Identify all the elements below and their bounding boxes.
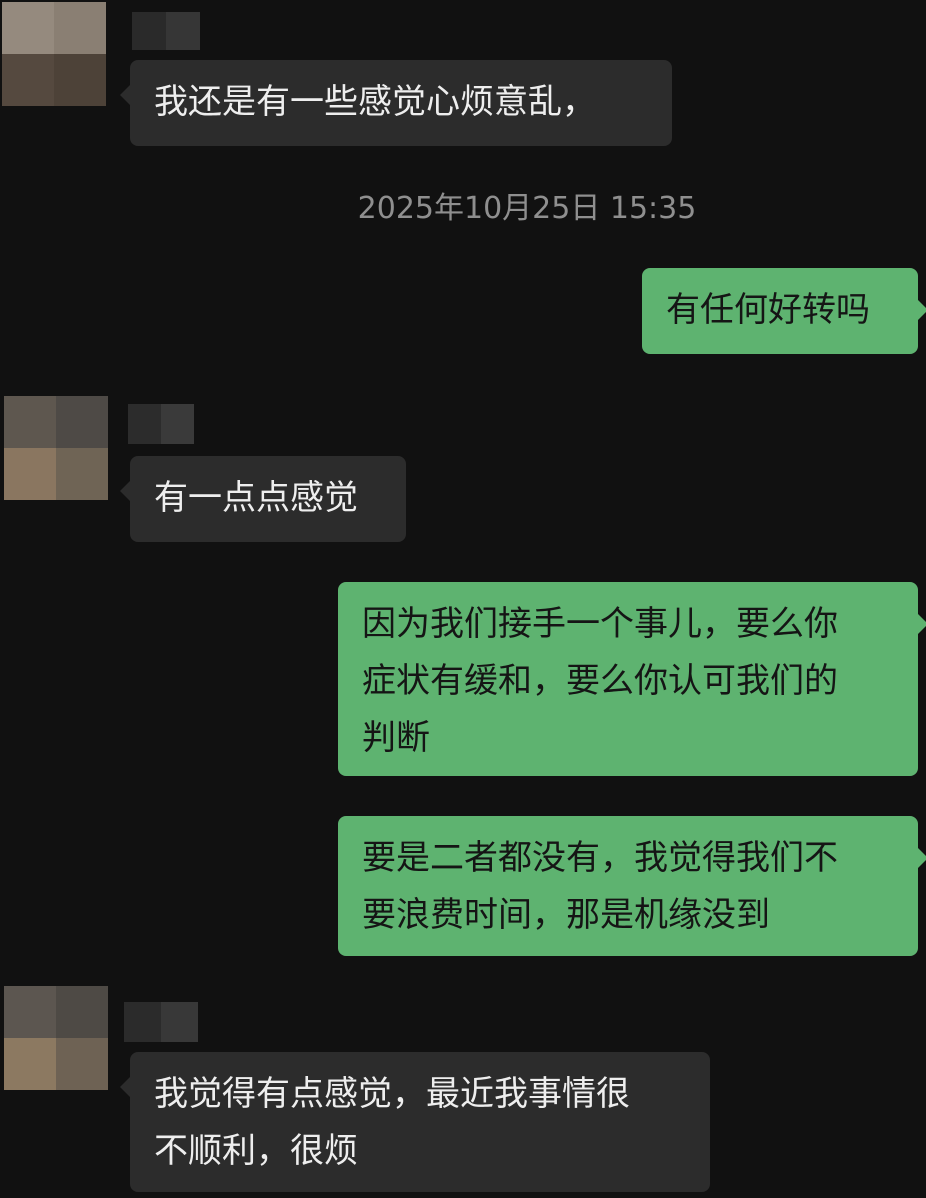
sender-name-blurred <box>128 404 194 444</box>
message-bubble-outgoing[interactable]: 有任何好转吗 <box>642 268 926 354</box>
sender-name-blurred <box>132 12 200 50</box>
message-timestamp: 2025年10月25日 15:35 <box>357 191 697 226</box>
avatar-pixel <box>4 1038 56 1090</box>
avatar-pixel <box>56 396 108 448</box>
avatar-pixel <box>54 2 106 54</box>
avatar-pixel <box>4 396 56 448</box>
avatar-pixel <box>4 986 56 1038</box>
message-bubble-incoming[interactable]: 有一点点感觉 <box>120 456 406 542</box>
avatar-pixel <box>56 448 108 500</box>
avatar-pixel <box>2 2 54 54</box>
avatar-pixel <box>2 54 54 106</box>
contact-avatar[interactable] <box>4 396 108 500</box>
avatar-pixel <box>54 54 106 106</box>
avatar-pixel <box>4 448 56 500</box>
message-bubble-incoming[interactable]: 我觉得有点感觉，最近我事情很 不顺利，很烦 <box>120 1052 710 1192</box>
avatar-pixel <box>56 986 108 1038</box>
contact-avatar[interactable] <box>4 986 108 1090</box>
avatar-pixel <box>56 1038 108 1090</box>
contact-avatar[interactable] <box>2 2 106 106</box>
sender-name-blurred <box>124 1002 198 1042</box>
message-bubble-outgoing[interactable]: 因为我们接手一个事儿，要么你 症状有缓和，要么你认可我们的 判断 <box>338 582 926 776</box>
message-bubble-outgoing[interactable]: 要是二者都没有，我觉得我们不 要浪费时间，那是机缘没到 <box>338 816 926 956</box>
message-bubble-incoming[interactable]: 我还是有一些感觉心烦意乱， <box>120 60 672 146</box>
